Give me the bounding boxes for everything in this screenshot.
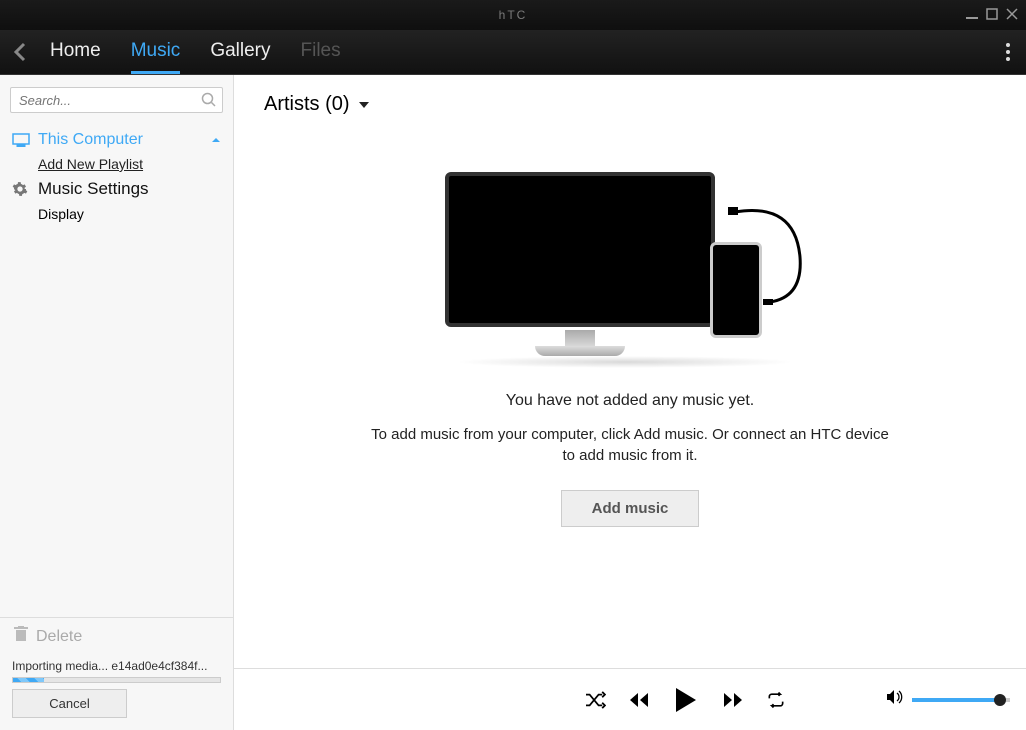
play-button[interactable] (672, 686, 700, 714)
app-title: hTC (499, 8, 528, 22)
shuffle-button[interactable] (584, 691, 606, 709)
tab-home[interactable]: Home (50, 31, 101, 74)
trash-icon (14, 626, 28, 647)
speaker-icon[interactable] (886, 689, 904, 710)
tab-files[interactable]: Files (301, 31, 341, 74)
main-content: Artists (0) You have not added any music… (234, 75, 1026, 730)
volume-slider[interactable] (912, 698, 1002, 702)
chevron-down-icon[interactable] (358, 93, 370, 116)
player-controls (584, 686, 786, 714)
sidebar-content: This Computer Add New Playlist Music Set… (0, 123, 233, 617)
sidebar-item-label: This Computer (38, 131, 143, 149)
next-button[interactable] (722, 691, 744, 709)
minimize-button[interactable] (966, 7, 978, 23)
tab-music[interactable]: Music (131, 31, 181, 74)
delete-button: Delete (0, 618, 233, 655)
empty-message-2: To add music from your computer, click A… (370, 424, 890, 466)
nav-tabs: Home Music Gallery Files (50, 31, 341, 74)
titlebar: hTC (0, 0, 1026, 30)
empty-illustration (445, 172, 815, 372)
import-status: Importing media... e14ad0e4cf384f... (0, 655, 233, 675)
cancel-button[interactable]: Cancel (12, 689, 127, 718)
sidebar: This Computer Add New Playlist Music Set… (0, 75, 234, 730)
heading-text: Artists (0) (264, 93, 350, 116)
back-button[interactable] (10, 42, 30, 62)
search-icon[interactable] (201, 92, 217, 113)
progress-fill (13, 678, 44, 682)
sidebar-item-music-settings[interactable]: Music Settings (0, 175, 233, 203)
add-playlist-link[interactable]: Add New Playlist (0, 153, 233, 175)
close-button[interactable] (1006, 7, 1018, 23)
cable-icon (725, 207, 825, 327)
menu-button[interactable] (1006, 43, 1010, 61)
search-box (10, 87, 223, 113)
maximize-button[interactable] (986, 7, 998, 23)
sidebar-item-label: Music Settings (38, 179, 149, 199)
empty-message-1: You have not added any music yet. (506, 392, 754, 410)
repeat-button[interactable] (766, 691, 786, 709)
delete-label: Delete (36, 628, 82, 646)
player-bar (234, 668, 1026, 730)
main-header: Artists (0) (234, 75, 1026, 122)
window-controls (966, 7, 1018, 23)
chevron-up-icon (211, 131, 221, 149)
add-music-button[interactable]: Add music (561, 490, 700, 527)
volume-control (886, 689, 1002, 710)
previous-button[interactable] (628, 691, 650, 709)
empty-state: You have not added any music yet. To add… (234, 122, 1026, 668)
gear-icon (12, 181, 32, 197)
sidebar-item-this-computer[interactable]: This Computer (0, 127, 233, 153)
search-input[interactable] (10, 87, 223, 113)
navbar: Home Music Gallery Files (0, 30, 1026, 74)
sidebar-bottom: Delete Importing media... e14ad0e4cf384f… (0, 617, 233, 730)
tab-gallery[interactable]: Gallery (210, 31, 270, 74)
sidebar-item-display[interactable]: Display (0, 203, 233, 225)
volume-knob[interactable] (994, 694, 1006, 706)
import-progress (12, 677, 221, 683)
computer-icon (12, 133, 32, 147)
